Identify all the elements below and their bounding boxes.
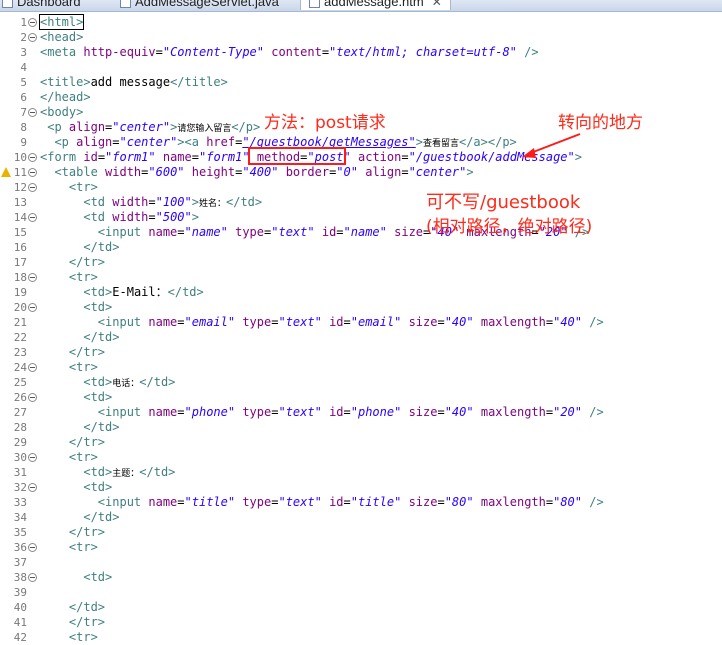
- arrow-shaft: [527, 133, 581, 155]
- arrow-head: [522, 148, 536, 158]
- annotation-arrow: [522, 133, 581, 158]
